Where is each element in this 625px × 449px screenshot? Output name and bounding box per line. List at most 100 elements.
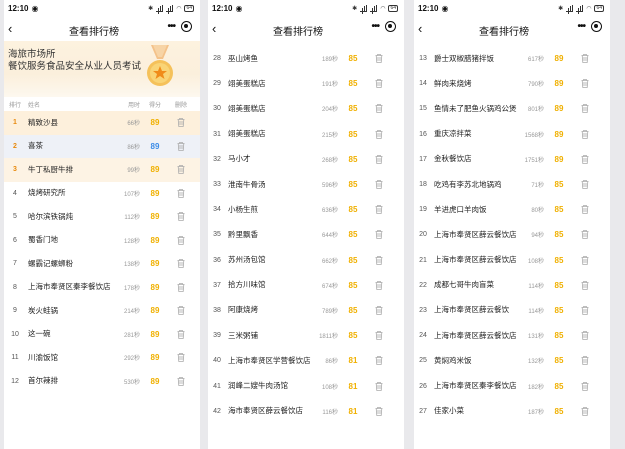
score-value: 81 bbox=[348, 406, 358, 416]
delete-button[interactable] bbox=[574, 255, 596, 265]
time-used: 189秒 bbox=[321, 57, 338, 64]
delete-button[interactable] bbox=[368, 406, 390, 416]
delete-button[interactable] bbox=[574, 205, 596, 215]
delete-button[interactable] bbox=[368, 331, 390, 341]
delete-button[interactable] bbox=[170, 282, 192, 292]
score-value: 89 bbox=[150, 306, 160, 316]
time-used: 178秒 bbox=[123, 285, 140, 292]
rank-number: 36 bbox=[213, 256, 221, 264]
delete-button[interactable] bbox=[574, 154, 596, 164]
delete-button[interactable] bbox=[574, 406, 596, 416]
delete-button[interactable] bbox=[170, 259, 192, 269]
delete-button[interactable] bbox=[574, 129, 596, 139]
delete-button[interactable] bbox=[574, 180, 596, 189]
delete-button[interactable] bbox=[368, 205, 390, 215]
header-name: 姓名 bbox=[28, 102, 41, 109]
shop-name: 牛丁私厨牛排 bbox=[28, 164, 73, 174]
shop-name: 烧烤研究所 bbox=[28, 188, 66, 198]
time-used: 94秒 bbox=[531, 233, 544, 240]
shop-name: 哈尔滨铁锅炖 bbox=[28, 211, 73, 221]
trash-icon bbox=[375, 306, 383, 315]
score-value: 89 bbox=[150, 329, 160, 339]
delete-button[interactable] bbox=[170, 165, 192, 175]
delete-button[interactable] bbox=[170, 376, 192, 386]
score-value: 89 bbox=[150, 141, 160, 151]
shop-name: 金秋餐饮店 bbox=[434, 154, 472, 164]
delete-button[interactable] bbox=[368, 230, 390, 240]
delete-button[interactable] bbox=[574, 104, 596, 114]
table-row: 19 羊进虎口羊肉饭 80秒 85 bbox=[414, 197, 610, 222]
trash-icon bbox=[581, 406, 589, 416]
delete-button[interactable] bbox=[368, 180, 390, 189]
delete-button[interactable] bbox=[170, 329, 192, 339]
table-row: 41 润峰二嫂牛肉汤馆 108秒 81 bbox=[208, 373, 404, 398]
delete-button[interactable] bbox=[368, 79, 390, 89]
time-used: 644秒 bbox=[321, 233, 338, 240]
score-value: 89 bbox=[554, 154, 564, 164]
delete-button[interactable] bbox=[368, 154, 390, 164]
rank-number: 27 bbox=[419, 407, 427, 415]
trash-icon bbox=[177, 141, 185, 151]
delete-button[interactable] bbox=[368, 306, 390, 315]
rank-number: 11 bbox=[11, 354, 19, 362]
trash-icon bbox=[177, 165, 185, 175]
delete-button[interactable] bbox=[170, 235, 192, 245]
delete-button[interactable] bbox=[170, 353, 192, 363]
table-row: 26 上海市奉贤区秦李餐饮店 182秒 85 bbox=[414, 373, 610, 398]
table-row: 21 上海市奉贤区薛云餐饮店 108秒 85 bbox=[414, 248, 610, 273]
back-arrow-icon[interactable]: ‹ bbox=[8, 21, 18, 36]
delete-button[interactable] bbox=[368, 129, 390, 139]
delete-button[interactable] bbox=[368, 255, 390, 265]
back-arrow-icon[interactable]: ‹ bbox=[212, 21, 222, 36]
rank-number: 2 bbox=[13, 142, 17, 150]
shop-name: 重庆凉拌菜 bbox=[434, 129, 472, 139]
trash-icon bbox=[375, 406, 383, 416]
score-value: 89 bbox=[554, 129, 564, 139]
score-value: 89 bbox=[150, 235, 160, 245]
delete-button[interactable] bbox=[574, 331, 596, 341]
delete-button[interactable] bbox=[574, 381, 596, 391]
delete-button[interactable] bbox=[574, 230, 596, 240]
delete-button[interactable] bbox=[170, 212, 192, 222]
table-row: 30 翊美蛋糕店 204秒 85 bbox=[208, 96, 404, 121]
rank-number: 32 bbox=[213, 155, 221, 163]
rank-number: 21 bbox=[419, 256, 427, 264]
score-value: 85 bbox=[554, 180, 564, 190]
delete-button[interactable] bbox=[368, 54, 390, 63]
delete-button[interactable] bbox=[574, 306, 596, 315]
rank-number: 5 bbox=[13, 213, 17, 221]
delete-button[interactable] bbox=[574, 54, 596, 63]
rank-number: 12 bbox=[11, 377, 19, 385]
delete-button[interactable] bbox=[368, 356, 390, 366]
score-value: 85 bbox=[554, 356, 564, 366]
delete-button[interactable] bbox=[574, 356, 596, 366]
table-row: 13 爵士双椒腊猪拌饭 617秒 89 bbox=[414, 46, 610, 71]
more-dots-icon[interactable]: ••• bbox=[577, 21, 585, 32]
time-used: 107秒 bbox=[123, 191, 140, 198]
trash-icon bbox=[375, 205, 383, 215]
delete-button[interactable] bbox=[170, 141, 192, 151]
more-dots-icon[interactable]: ••• bbox=[371, 21, 379, 32]
delete-button[interactable] bbox=[574, 79, 596, 89]
close-target-icon[interactable] bbox=[591, 21, 602, 32]
delete-button[interactable] bbox=[368, 104, 390, 114]
close-target-icon[interactable] bbox=[385, 21, 396, 32]
battery-icon: 64 bbox=[594, 5, 604, 12]
table-row: 8 上海市奉贤区秦李餐饮店 178秒 89 bbox=[4, 276, 200, 300]
shop-name: 上海市奉贤区秦李餐饮店 bbox=[28, 282, 111, 292]
close-target-icon[interactable] bbox=[181, 21, 192, 32]
delete-button[interactable] bbox=[170, 118, 192, 128]
trash-icon bbox=[177, 376, 185, 386]
delete-button[interactable] bbox=[368, 381, 390, 391]
more-dots-icon[interactable]: ••• bbox=[167, 21, 175, 32]
table-row: 34 小杨生煎 636秒 85 bbox=[208, 197, 404, 222]
time-used: 1751秒 bbox=[524, 157, 544, 164]
delete-button[interactable] bbox=[170, 188, 192, 198]
score-value: 85 bbox=[348, 205, 358, 215]
score-value: 85 bbox=[348, 79, 358, 89]
delete-button[interactable] bbox=[574, 280, 596, 290]
back-arrow-icon[interactable]: ‹ bbox=[418, 21, 428, 36]
delete-button[interactable] bbox=[170, 306, 192, 316]
delete-button[interactable] bbox=[368, 280, 390, 290]
shop-name: 精致沙县 bbox=[28, 117, 58, 127]
